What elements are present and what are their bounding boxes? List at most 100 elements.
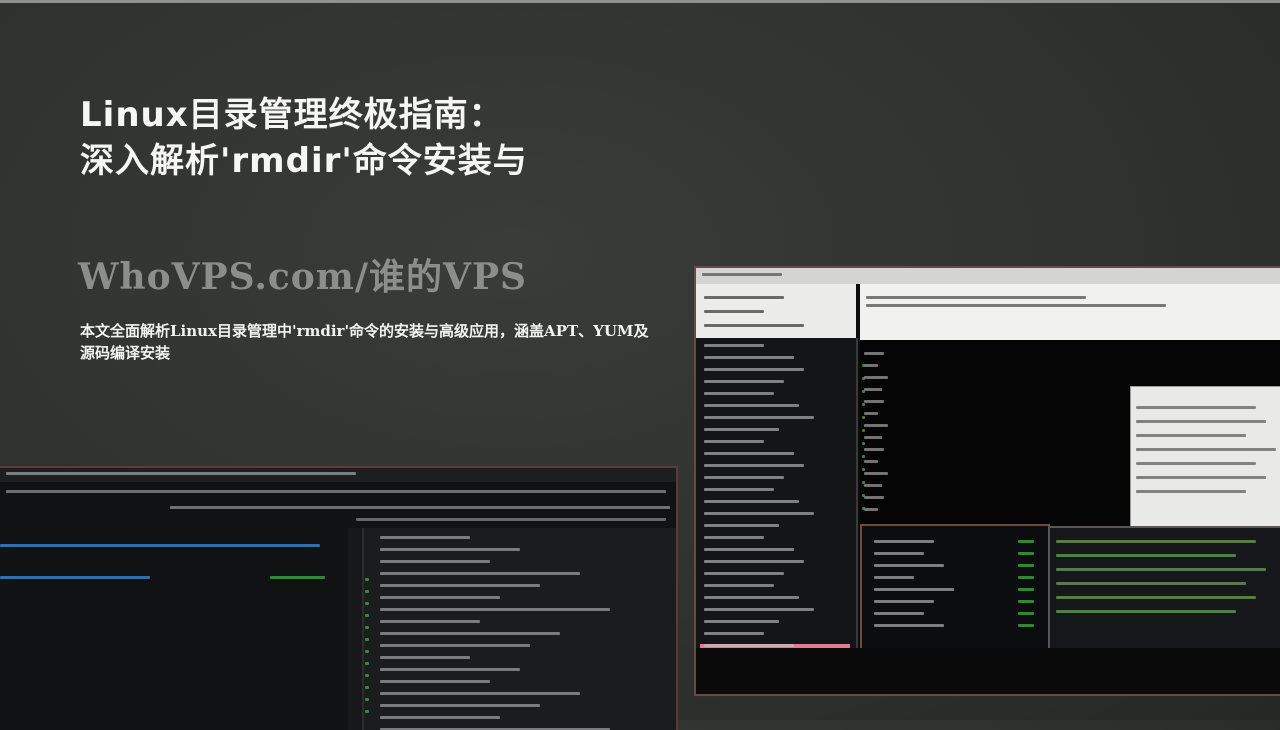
terminal-text-line [704,548,794,551]
terminal-text-line [864,352,884,355]
terminal-text-line [1018,540,1034,543]
terminal-text-line [874,600,934,603]
terminal-text-line [380,548,520,551]
terminal-text-line [1056,596,1256,599]
board-top-edge [0,0,1280,3]
terminal-text-line [704,620,779,623]
terminal-text-line [704,524,779,527]
terminal-right-footer [696,648,1280,694]
terminal-text-line [704,404,799,407]
terminal-text-line [864,400,884,403]
terminal-text-line [704,632,764,635]
terminal-text-line [704,380,784,383]
terminal-text-line [170,506,670,509]
terminal-text-line [864,388,882,391]
terminal-text-line [380,584,540,587]
terminal-text-line [864,484,882,487]
terminal-left-pane [362,528,676,730]
terminal-text-line [704,368,804,371]
terminal-text-line [365,614,369,617]
terminal-text-line [704,572,784,575]
terminal-text-line [365,674,369,677]
terminal-text-line [1136,420,1266,423]
terminal-text-line [380,692,580,695]
terminal-right-editor-header [860,284,1280,340]
terminal-text-line [864,376,888,379]
terminal-text-line [380,656,470,659]
terminal-text-line [1136,490,1246,493]
terminal-text-line [365,662,369,665]
terminal-text-line [862,455,865,458]
terminal-text-line [862,390,865,393]
terminal-text-line [365,650,369,653]
terminal-text-line [365,710,369,713]
terminal-right-bottom-pane-right [1048,526,1280,652]
terminal-text-line [6,472,356,475]
page-title-line-1: Linux目录管理终极指南： [80,95,504,135]
terminal-text-line [1136,476,1266,479]
terminal-screenshot-right [694,266,1280,696]
terminal-text-line [380,644,530,647]
terminal-text-line [864,460,878,463]
terminal-text-line [704,324,804,327]
terminal-text-line [704,584,774,587]
terminal-text-line [704,464,804,467]
terminal-text-line [874,588,954,591]
terminal-text-line [702,273,782,276]
terminal-text-line [380,536,470,539]
terminal-text-line [1018,576,1034,579]
terminal-text-line [862,442,865,445]
terminal-text-line [6,490,666,493]
terminal-text-line [380,716,500,719]
terminal-text-line [0,576,150,579]
terminal-text-line [704,356,794,359]
terminal-text-line [704,560,804,563]
terminal-text-line [0,544,320,547]
terminal-text-line [866,296,1086,299]
page-title: Linux目录管理终极指南： 深入解析'rmdir'命令安装与 [80,92,528,184]
terminal-left-titlebar [0,468,676,482]
site-name: WhoVPS.com/谁的VPS [78,256,528,298]
terminal-text-line [704,500,799,503]
terminal-text-line [874,624,944,627]
terminal-screenshot-left [0,466,678,730]
page-title-line-2: 深入解析'rmdir'命令安装与 [80,141,528,181]
terminal-text-line [365,578,369,581]
terminal-text-line [365,698,369,701]
terminal-text-line [1018,612,1034,615]
terminal-text-line [380,704,540,707]
terminal-text-line [365,590,369,593]
terminal-text-line [380,680,490,683]
terminal-text-line [704,596,799,599]
terminal-text-line [1136,448,1276,451]
terminal-text-line [874,564,944,567]
terminal-text-line [862,364,865,367]
terminal-text-line [380,668,520,671]
terminal-text-line [704,644,794,647]
terminal-text-line [380,620,480,623]
terminal-text-line [864,448,884,451]
terminal-text-line [365,626,369,629]
terminal-text-line [380,608,610,611]
terminal-right-titlebar [696,268,1280,284]
terminal-text-line [1136,434,1246,437]
terminal-text-line [380,596,500,599]
terminal-text-line [874,552,924,555]
terminal-text-line [1056,610,1236,613]
terminal-text-line [1018,600,1034,603]
terminal-text-line [864,364,878,367]
terminal-text-line [704,428,779,431]
terminal-text-line [862,429,865,432]
terminal-text-line [862,481,865,484]
terminal-text-line [704,296,784,299]
terminal-text-line [862,416,865,419]
terminal-text-line [1056,568,1266,571]
terminal-text-line [1136,462,1256,465]
terminal-text-line [356,518,666,521]
terminal-text-line [704,608,814,611]
terminal-text-line [704,512,814,515]
terminal-text-line [862,507,865,510]
terminal-text-line [704,344,764,347]
terminal-text-line [874,540,934,543]
terminal-text-line [704,452,794,455]
